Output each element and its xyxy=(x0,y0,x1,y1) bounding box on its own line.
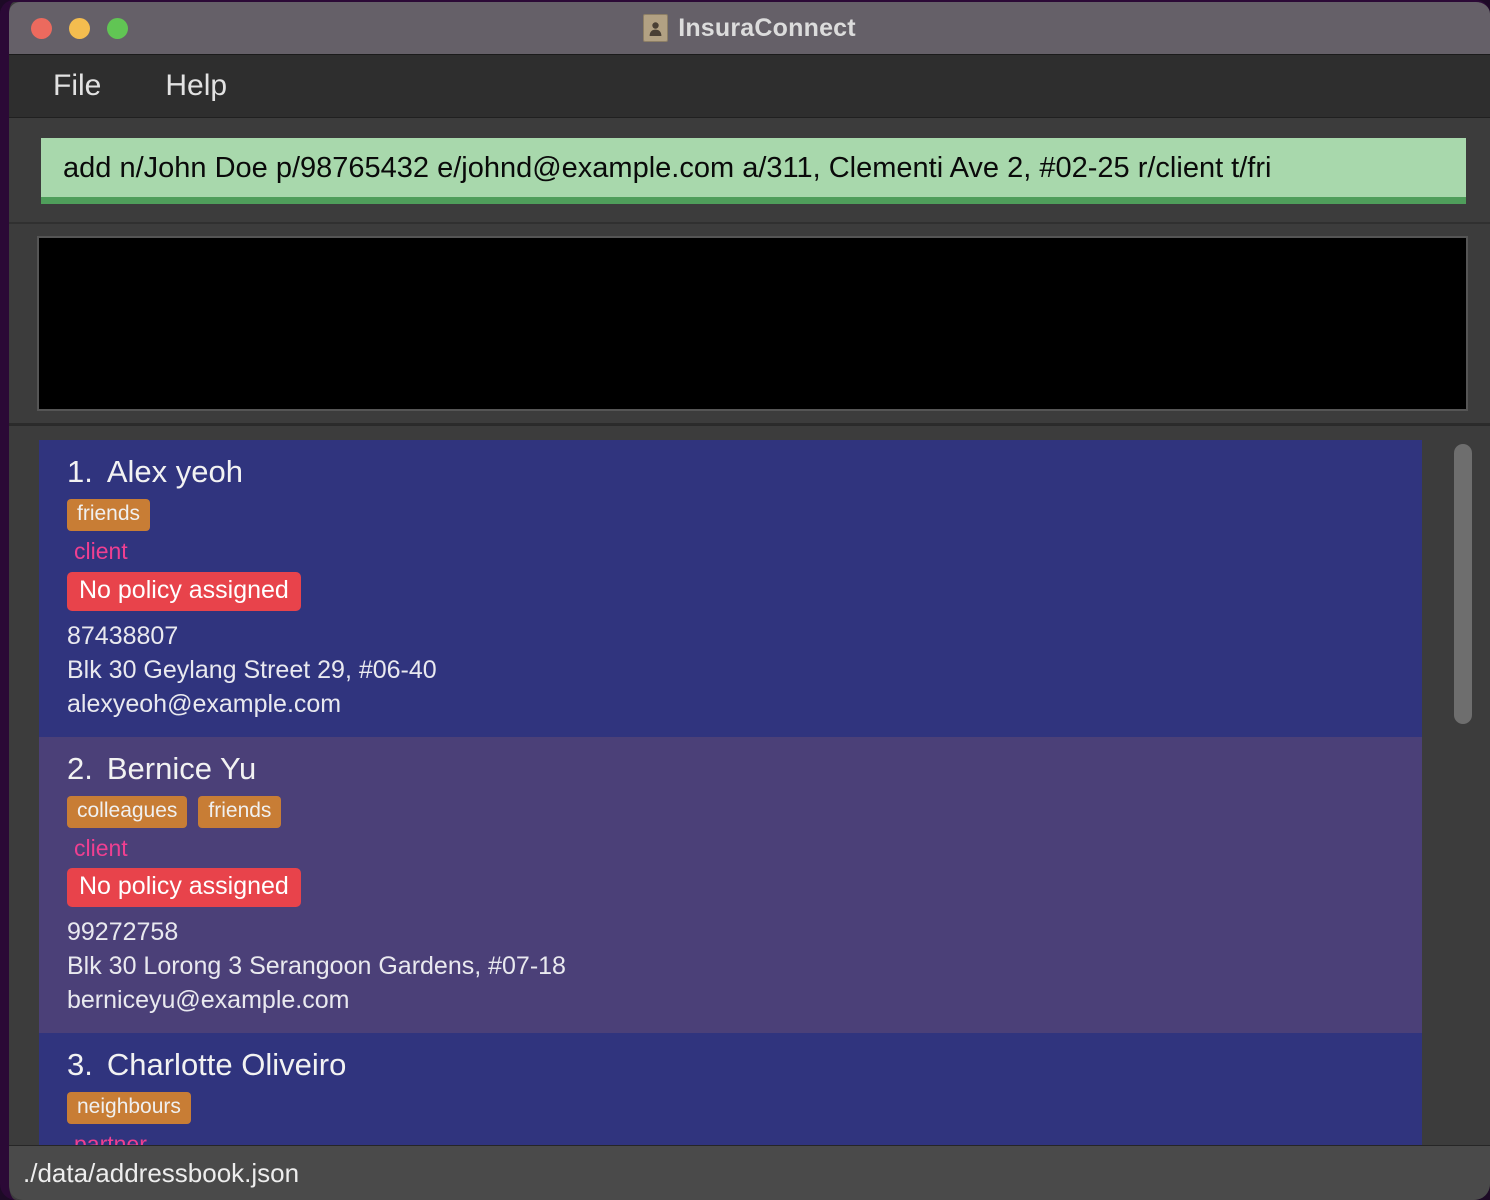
menu-bar: File Help xyxy=(9,55,1490,118)
person-card[interactable]: 3. Charlotte Oliveiro neighbours partner … xyxy=(39,1033,1422,1145)
person-name: Bernice Yu xyxy=(106,750,257,786)
person-name-row: 2. Bernice Yu xyxy=(67,751,1422,787)
policy-badge: No policy assigned xyxy=(67,571,301,611)
person-address: Blk 30 Geylang Street 29, #06-40 xyxy=(67,655,437,684)
tag: colleagues xyxy=(67,795,188,828)
status-bar: ./data/addressbook.json xyxy=(9,1145,1490,1200)
person-email: berniceyu@example.com xyxy=(67,986,350,1014)
person-role: client xyxy=(74,834,128,861)
scrollbar-thumb[interactable] xyxy=(1454,444,1472,725)
tag-row: colleagues friends xyxy=(67,795,1422,828)
tag: neighbours xyxy=(67,1092,191,1125)
status-file-path: ./data/addressbook.json xyxy=(23,1157,300,1188)
person-card[interactable]: 1. Alex yeoh friends client No policy ass… xyxy=(39,440,1422,737)
person-phone: 87438807 xyxy=(67,621,179,650)
person-index: 3. xyxy=(67,1047,93,1082)
tag-row: neighbours xyxy=(67,1092,1422,1125)
person-email: alexyeoh@example.com xyxy=(67,689,342,718)
person-name: Charlotte Oliveiro xyxy=(106,1047,347,1082)
tag: friends xyxy=(67,499,151,532)
person-index: 2. xyxy=(67,750,93,786)
person-list-panel: 1. Alex yeoh friends client No policy ass… xyxy=(9,425,1490,1145)
person-list-viewport[interactable]: 1. Alex yeoh friends client No policy ass… xyxy=(39,440,1472,1145)
tag-row: friends xyxy=(67,499,1422,532)
close-button[interactable] xyxy=(31,17,52,39)
command-input[interactable]: add n/John Doe p/98765432 e/johnd@exampl… xyxy=(41,138,1466,205)
address-book-icon xyxy=(643,14,669,42)
person-role: partner xyxy=(74,1131,147,1145)
menu-item-help[interactable]: Help xyxy=(165,71,227,101)
window-title-group: InsuraConnect xyxy=(9,14,1490,43)
app-window: InsuraConnect File Help add n/John Doe p… xyxy=(0,0,1490,1200)
person-list-scrollbar[interactable] xyxy=(1454,440,1472,1145)
window-title: InsuraConnect xyxy=(678,13,856,42)
command-box-region: add n/John Doe p/98765432 e/johnd@exampl… xyxy=(9,118,1490,225)
person-card[interactable]: 2. Bernice Yu colleagues friends client N… xyxy=(39,736,1422,1033)
person-address: Blk 30 Lorong 3 Serangoon Gardens, #07-1… xyxy=(67,952,566,980)
person-name-row: 3. Charlotte Oliveiro xyxy=(67,1047,1422,1083)
person-name: Alex yeoh xyxy=(106,454,243,490)
title-bar: InsuraConnect xyxy=(9,2,1490,55)
result-display xyxy=(37,236,1468,412)
result-display-region xyxy=(9,224,1490,426)
minimize-button[interactable] xyxy=(69,17,90,39)
person-role: client xyxy=(74,538,128,565)
window-controls xyxy=(31,17,128,39)
policy-badge: No policy assigned xyxy=(67,868,301,907)
person-name-row: 1. Alex yeoh xyxy=(67,454,1422,490)
maximize-button[interactable] xyxy=(107,17,128,39)
tag: friends xyxy=(198,795,282,828)
person-phone: 99272758 xyxy=(67,918,179,946)
person-index: 1. xyxy=(67,454,93,490)
menu-item-file[interactable]: File xyxy=(53,71,101,101)
